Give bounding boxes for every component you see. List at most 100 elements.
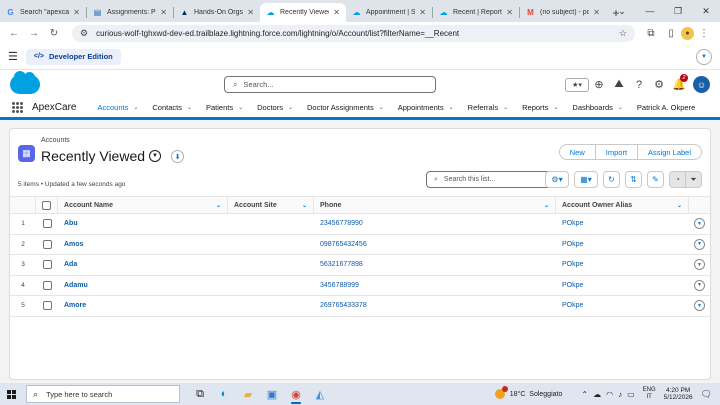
user-avatar[interactable]: ☺ xyxy=(693,76,710,93)
row-checkbox[interactable] xyxy=(42,280,52,290)
close-icon[interactable]: ✕ xyxy=(506,8,513,17)
nav-item-referrals[interactable]: Referrals ⌄ xyxy=(461,98,515,117)
setup-gear-icon[interactable]: ⚙ xyxy=(649,78,669,91)
extensions-icon[interactable]: ⧉ xyxy=(641,28,661,39)
wifi-icon[interactable]: ◠ xyxy=(606,390,613,399)
import-button[interactable]: Import xyxy=(594,144,639,160)
nav-item-appointments[interactable]: Appointments ⌄ xyxy=(391,98,461,117)
taskbar-search-input[interactable]: ⌕ Type here to search xyxy=(26,385,180,403)
pin-icon[interactable]: ⬇ xyxy=(171,150,184,163)
row-checkbox[interactable] xyxy=(42,219,52,229)
assign-label-button[interactable]: Assign Label xyxy=(637,144,702,160)
account-name-link[interactable]: Amos xyxy=(64,241,83,248)
chevron-down-icon[interactable]: ⌄ xyxy=(288,104,293,111)
row-action-chevron-icon[interactable]: ▼ xyxy=(694,300,705,312)
owner-alias-link[interactable]: POkpe xyxy=(562,302,583,309)
close-window-button[interactable]: ✕ xyxy=(692,0,720,22)
row-action-chevron-icon[interactable]: ▼ xyxy=(694,279,705,291)
chevron-up-icon[interactable]: ⌃ xyxy=(581,390,588,399)
nav-item-doctors[interactable]: Doctors ⌄ xyxy=(250,98,300,117)
notification-center-icon[interactable]: 🗨 xyxy=(701,389,712,400)
bookmark-star-icon[interactable]: ☆ xyxy=(619,28,627,39)
app-icon[interactable]: ◭ xyxy=(308,383,332,405)
back-icon[interactable]: ← xyxy=(6,25,22,41)
chart-icon[interactable]: ◔ xyxy=(669,171,686,188)
cloud-icon[interactable]: ☁ xyxy=(593,390,601,399)
developer-edition-button[interactable]: </> Developer Edition xyxy=(25,48,121,65)
battery-icon[interactable]: ▭ xyxy=(627,390,635,399)
phone-link[interactable]: 3456788999 xyxy=(320,282,359,289)
url-text[interactable]: curious-wolf-tghxwd-dev-ed.trailblaze.li… xyxy=(96,29,619,38)
close-icon[interactable]: ✕ xyxy=(419,8,426,17)
phone-link[interactable]: 23456778990 xyxy=(320,220,363,227)
row-checkbox[interactable] xyxy=(42,260,52,270)
chevron-down-icon[interactable]: ⌄ xyxy=(133,104,138,111)
nav-item-user[interactable]: Patrick A. Okpere xyxy=(630,98,702,117)
account-name-link[interactable]: Ada xyxy=(64,261,77,268)
chevron-down-icon[interactable]: ⌄ xyxy=(238,104,243,111)
select-all-checkbox[interactable] xyxy=(42,200,51,210)
edit-pencil-icon[interactable]: ✎ xyxy=(647,171,664,188)
task-view-icon[interactable]: ⧉ xyxy=(188,383,212,405)
minimize-button[interactable]: — xyxy=(636,0,664,22)
close-icon[interactable]: ✕ xyxy=(333,8,340,17)
browser-tab[interactable]: ▤ Assignments: Pre ✕ xyxy=(87,3,173,22)
chevron-down-icon[interactable]: ⌄ xyxy=(379,104,384,111)
new-button[interactable]: New xyxy=(558,144,596,160)
speaker-icon[interactable]: ♪ xyxy=(618,390,622,399)
column-header-owner-alias[interactable]: Account Owner Alias ⌄ xyxy=(556,197,689,213)
browser-tab[interactable]: M (no subject) - pcs ✕ xyxy=(520,3,606,22)
tab-search-button[interactable]: ⌄ xyxy=(608,0,636,22)
browser-tab[interactable]: ☁ Recent | Reports ✕ xyxy=(433,3,519,22)
profile-avatar[interactable]: ● xyxy=(681,26,694,40)
app-launcher-icon[interactable] xyxy=(12,101,24,114)
chevron-down-icon[interactable]: ▼ xyxy=(696,48,712,65)
chevron-down-icon[interactable]: ⌄ xyxy=(449,104,454,111)
chevron-down-icon[interactable]: ⌄ xyxy=(187,104,192,111)
nav-item-dashboards[interactable]: Dashboards ⌄ xyxy=(565,98,629,117)
nav-item-patients[interactable]: Patients ⌄ xyxy=(199,98,250,117)
chevron-down-icon[interactable]: ▼ xyxy=(149,150,162,162)
chevron-down-icon[interactable]: ⌄ xyxy=(677,202,682,209)
notifications-bell-icon[interactable]: 🔔 2 xyxy=(669,74,689,91)
maximize-button[interactable]: ❐ xyxy=(664,0,692,22)
menu-kebab-icon[interactable]: ⋮ xyxy=(694,28,714,39)
nav-item-reports[interactable]: Reports ⌄ xyxy=(515,98,565,117)
sort-icon[interactable]: ⇅ xyxy=(625,171,642,188)
nav-item-doctor-assignments[interactable]: Doctor Assignments ⌄ xyxy=(300,98,391,117)
hamburger-menu-icon[interactable]: ☰ xyxy=(8,50,18,63)
column-header-account-site[interactable]: Account Site ⌄ xyxy=(228,197,314,213)
reload-icon[interactable]: ↻ xyxy=(46,25,62,41)
site-info-icon[interactable]: ⚙ xyxy=(80,28,88,39)
nav-item-accounts[interactable]: Accounts ⌄ xyxy=(90,98,146,120)
close-icon[interactable]: ✕ xyxy=(247,8,254,17)
phone-link[interactable]: 56321677898 xyxy=(320,261,363,268)
chevron-down-icon[interactable]: ⌄ xyxy=(302,202,307,209)
sidebar-icon[interactable]: ▯ xyxy=(661,28,681,39)
list-search-input[interactable]: ⌕ Search this list... xyxy=(426,171,552,188)
phone-link[interactable]: 269765433378 xyxy=(320,302,367,309)
chevron-down-icon[interactable]: ⌄ xyxy=(544,202,549,209)
close-icon[interactable]: ✕ xyxy=(73,8,80,17)
filter-icon[interactable]: ⏷ xyxy=(685,171,702,188)
list-settings-gear-icon[interactable]: ⚙▾ xyxy=(545,171,569,188)
chevron-down-icon[interactable]: ⌄ xyxy=(618,104,623,111)
row-action-chevron-icon[interactable]: ▼ xyxy=(694,259,705,271)
display-as-table-icon[interactable]: ▦▾ xyxy=(574,171,598,188)
row-checkbox[interactable] xyxy=(42,301,52,311)
list-view-title[interactable]: Recently Viewed ▼ xyxy=(41,148,162,164)
chevron-down-icon[interactable]: ⌄ xyxy=(216,202,221,209)
owner-alias-link[interactable]: POkpe xyxy=(562,282,583,289)
chevron-down-icon[interactable]: ⌄ xyxy=(553,104,558,111)
owner-alias-link[interactable]: POkpe xyxy=(562,241,583,248)
help-question-icon[interactable]: ? xyxy=(629,79,649,91)
account-name-link[interactable]: Amore xyxy=(64,302,86,309)
row-action-chevron-icon[interactable]: ▼ xyxy=(694,218,705,230)
global-actions-plus-icon[interactable]: ⊕ xyxy=(589,78,609,91)
browser-tab[interactable]: ▲ Hands-On Orgs ✕ xyxy=(174,3,260,22)
global-search-input[interactable]: ⌕ Search... xyxy=(224,76,436,93)
weather-widget[interactable]: 18°C Soleggiato xyxy=(494,386,562,399)
refresh-icon[interactable]: ↻ xyxy=(603,171,620,188)
row-action-chevron-icon[interactable]: ▼ xyxy=(694,238,705,250)
browser-tab-active[interactable]: ☁ Recently Viewed ✕ xyxy=(260,3,346,22)
